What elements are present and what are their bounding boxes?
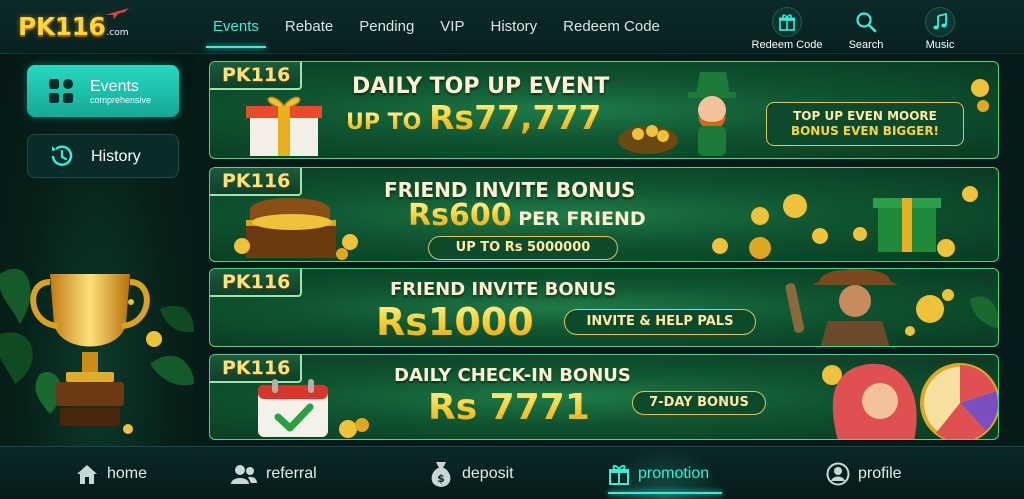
banner-brand-tag: PK116 xyxy=(210,62,303,90)
banner-amount: Rs 7771 xyxy=(428,385,590,431)
explorer-illustration xyxy=(785,269,998,346)
airplane-icon xyxy=(105,8,129,19)
banner-pill: 7-DAY BONUS xyxy=(632,391,766,415)
tab-profile-label: profile xyxy=(858,464,902,482)
redeem-code-label: Redeem Code xyxy=(751,39,823,51)
tab-referral[interactable]: referral xyxy=(230,447,317,499)
logo-domain: .com xyxy=(106,28,129,38)
tab-redeem-code[interactable]: Redeem Code xyxy=(550,0,673,50)
coin-icon xyxy=(971,79,989,112)
banner-headline: DAILY CHECK-IN BONUS xyxy=(394,365,631,386)
tab-rebate[interactable]: Rebate xyxy=(272,0,346,50)
banner-daily-check-in[interactable]: PK116 DAILY CHECK-IN BONUS Rs 7771 7-DAY… xyxy=(209,354,999,440)
redeem-code-button[interactable]: Redeem Code xyxy=(747,7,827,51)
trophy-illustration xyxy=(0,268,194,434)
users-icon xyxy=(231,464,257,484)
sidebar-events-subtitle: comprehensive xyxy=(90,94,152,105)
tab-deposit-label: deposit xyxy=(462,464,514,482)
sidebar-events-title: Events xyxy=(90,77,139,95)
banner-daily-top-up[interactable]: PK116 DAILY TOP UP EVENT UP TO Rs77,777 … xyxy=(209,61,999,159)
music-label: Music xyxy=(925,39,955,51)
search-label: Search xyxy=(848,39,884,51)
sidebar-item-history[interactable]: History xyxy=(27,134,179,178)
tab-events[interactable]: Events xyxy=(200,0,272,50)
tab-home-label: home xyxy=(107,464,148,482)
gold-coins-illustration xyxy=(712,186,978,259)
user-icon xyxy=(826,462,850,485)
tab-promotion[interactable]: promotion xyxy=(600,447,730,499)
banner-amount: Rs600 xyxy=(408,198,512,233)
grid-icon xyxy=(49,79,73,103)
banner-callout-line2: BONUS EVEN BIGGER! xyxy=(790,124,940,138)
calendar-check-icon xyxy=(258,379,369,438)
tab-vip[interactable]: VIP xyxy=(427,0,477,50)
tab-deposit[interactable]: $ deposit xyxy=(428,447,514,499)
banner-amount-suffix: PER FRIEND xyxy=(511,208,646,230)
banner-amount: Rs1000 xyxy=(376,300,534,344)
banner-callout-line1: TOP UP EVEN MOORE xyxy=(793,109,937,123)
history-icon xyxy=(51,145,73,166)
tab-pending[interactable]: Pending xyxy=(346,0,427,50)
leprechaun-illustration xyxy=(618,72,736,156)
search-button[interactable]: Search xyxy=(826,7,906,51)
search-icon xyxy=(851,7,881,37)
tab-profile[interactable]: profile xyxy=(826,447,902,499)
bottom-nav: home referral $ deposit promotion profil… xyxy=(0,446,1024,499)
money-bag-icon: $ xyxy=(431,461,451,487)
music-button[interactable]: Music xyxy=(900,7,980,51)
tab-history[interactable]: History xyxy=(477,0,550,50)
banner-subline: UP TO xyxy=(346,110,430,135)
svg-text:$: $ xyxy=(437,472,445,485)
banner-brand-tag: PK116 xyxy=(210,269,303,297)
gift-box-illustration xyxy=(246,96,322,156)
tab-home[interactable]: home xyxy=(75,447,147,499)
treasure-chest-illustration xyxy=(234,198,358,260)
banner-amount: Rs77,777 xyxy=(429,98,602,137)
banner-friend-invite-1000[interactable]: PK116 FRIEND INVITE BONUS Rs1000 INVITE … xyxy=(209,268,999,347)
tab-referral-label: referral xyxy=(266,464,317,482)
princess-wheel-illustration xyxy=(822,363,998,439)
sidebar-history-title: History xyxy=(91,147,141,165)
top-nav: Events Rebate Pending VIP History Redeem… xyxy=(200,0,673,54)
tab-promotion-label: promotion xyxy=(638,464,710,482)
logo-text: PK116 xyxy=(18,11,106,41)
banner-callout: TOP UP EVEN MOORE BONUS EVEN BIGGER! xyxy=(766,102,964,146)
banner-headline: DAILY TOP UP EVENT xyxy=(352,74,610,99)
home-icon xyxy=(77,464,97,484)
gift-icon xyxy=(772,7,802,37)
banner-pill: INVITE & HELP PALS xyxy=(564,309,756,335)
gift-icon xyxy=(609,464,629,485)
sidebar: Events comprehensive History xyxy=(0,54,194,446)
brand-logo[interactable]: PK116 .com xyxy=(18,8,129,42)
banner-headline: FRIEND INVITE BONUS xyxy=(390,279,617,300)
banner-pill: UP TO Rs 5000000 xyxy=(428,236,618,260)
music-icon xyxy=(925,7,955,37)
top-header: PK116 .com Events Rebate Pending VIP His… xyxy=(0,0,1024,54)
sidebar-item-events[interactable]: Events comprehensive xyxy=(27,65,179,117)
banner-friend-invite-600[interactable]: PK116 FRIEND INVITE BONUS Rs600 PER FRIE… xyxy=(209,167,999,262)
